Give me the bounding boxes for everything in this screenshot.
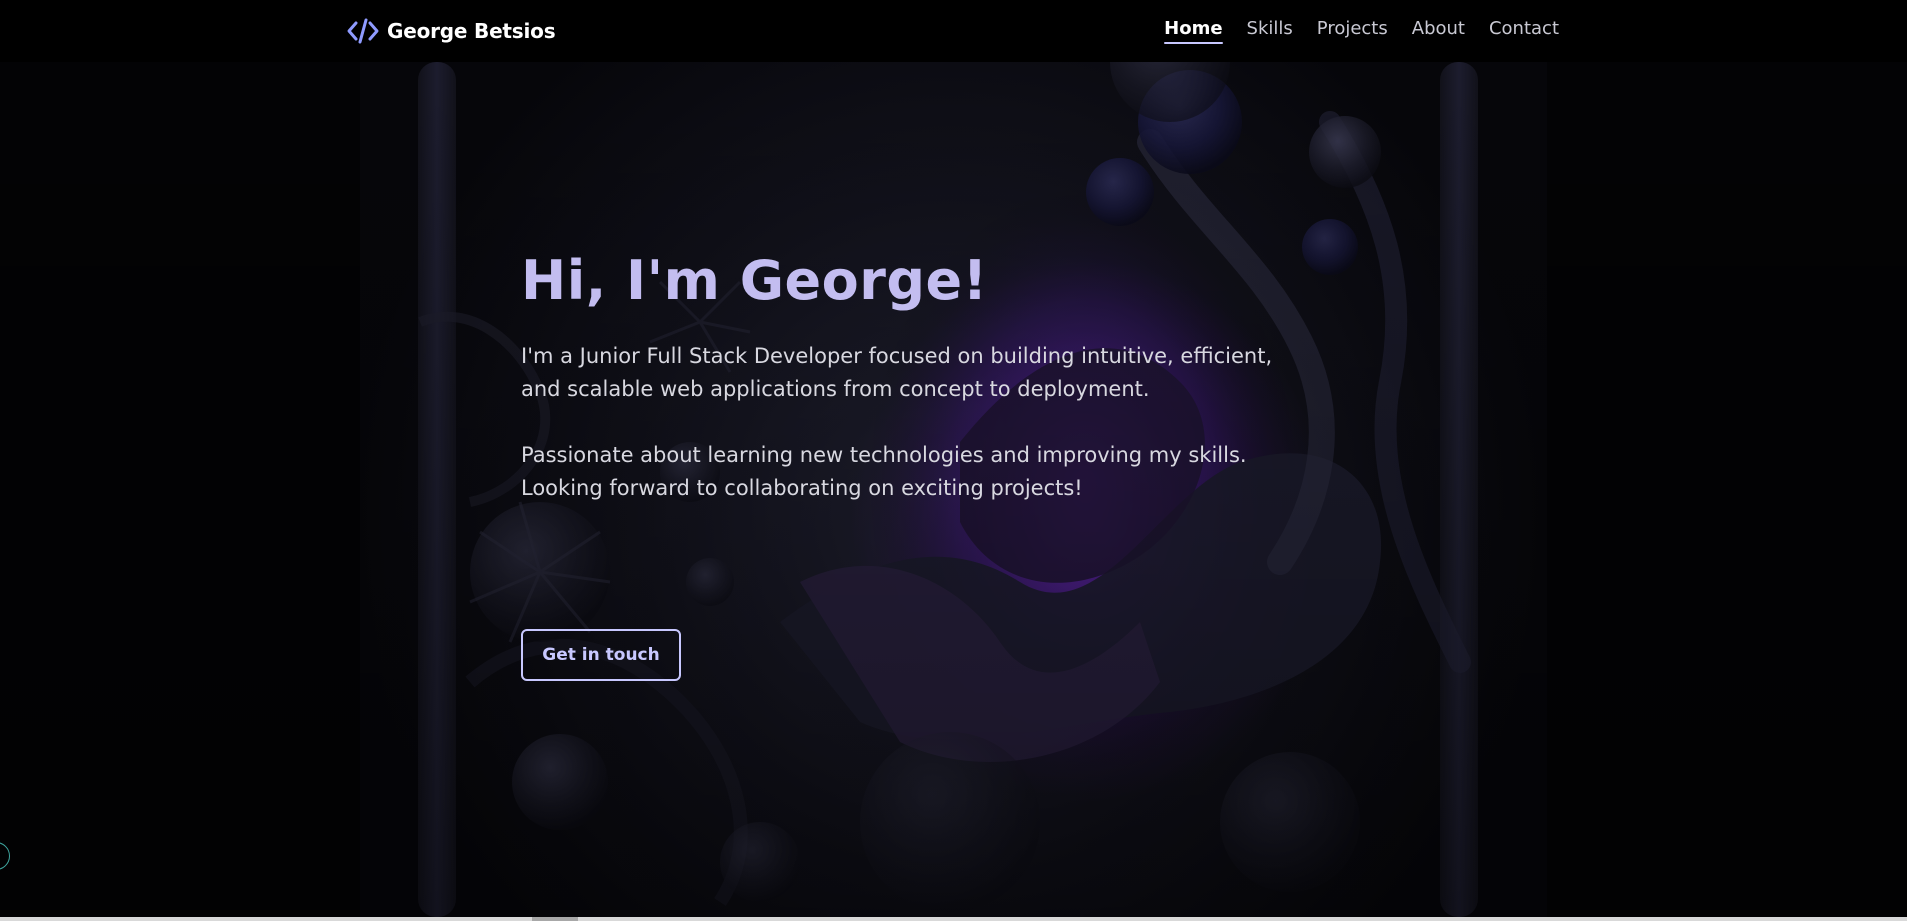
get-in-touch-button[interactable]: Get in touch: [521, 629, 681, 681]
portfolio-page: George Betsios Home Skills Projects Abou…: [0, 0, 1907, 921]
nav-skills[interactable]: Skills: [1247, 18, 1293, 44]
horizontal-scrollbar[interactable]: [0, 917, 1907, 921]
hero-section: Hi, I'm George! I'm a Junior Full Stack …: [521, 246, 1301, 505]
hero-passion-paragraph: Passionate about learning new technologi…: [521, 443, 1247, 500]
hero-title: Hi, I'm George!: [521, 249, 988, 312]
brand-logo-link[interactable]: George Betsios: [347, 16, 556, 46]
main-nav: Home Skills Projects About Contact: [1164, 18, 1559, 44]
brand-name: George Betsios: [387, 19, 556, 43]
nav-about[interactable]: About: [1412, 18, 1465, 44]
nav-home[interactable]: Home: [1164, 18, 1223, 44]
scrollbar-thumb[interactable]: [532, 917, 578, 921]
code-brackets-icon: [347, 18, 379, 44]
nav-projects[interactable]: Projects: [1317, 18, 1388, 44]
nav-contact[interactable]: Contact: [1489, 18, 1559, 44]
top-navbar: George Betsios Home Skills Projects Abou…: [0, 0, 1907, 62]
hero-intro-paragraph: I'm a Junior Full Stack Developer focuse…: [521, 344, 1273, 401]
